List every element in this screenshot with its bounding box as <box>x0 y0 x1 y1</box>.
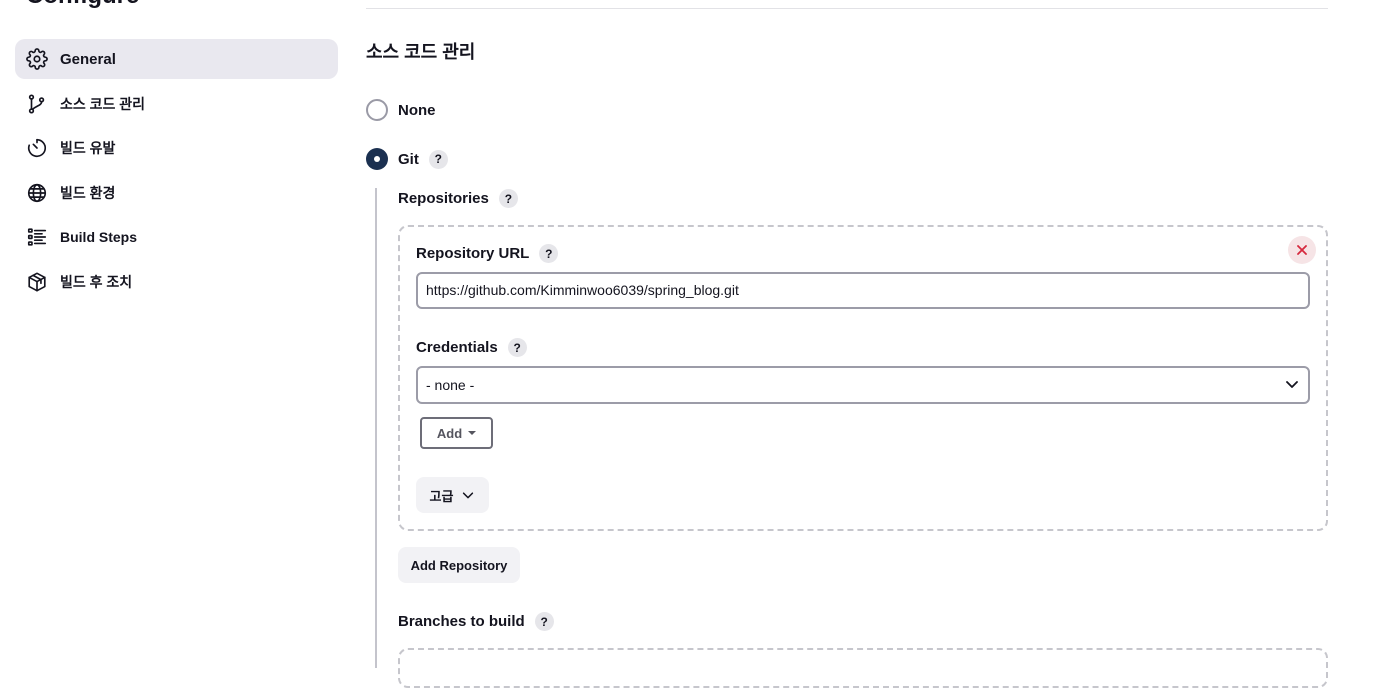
timer-icon <box>26 137 48 159</box>
credentials-select[interactable]: - none - <box>416 366 1310 404</box>
repository-url-input[interactable]: https://github.com/Kimminwoo6039/spring_… <box>416 272 1310 309</box>
sidebar-item-build-steps[interactable]: Build Steps <box>15 217 338 257</box>
package-icon <box>26 271 48 293</box>
sidebar-item-build-environment[interactable]: 빌드 환경 <box>15 173 338 213</box>
branches-label-row: Branches to build ? <box>398 612 554 631</box>
repositories-label: Repositories <box>398 190 489 207</box>
branches-to-build-label: Branches to build <box>398 613 525 630</box>
add-repository-button[interactable]: Add Repository <box>398 547 520 583</box>
credentials-label: Credentials <box>416 339 498 356</box>
section-title-scm: 소스 코드 관리 <box>366 42 476 62</box>
radio-option-none[interactable]: None <box>366 99 436 121</box>
credentials-label-row: Credentials ? <box>416 338 527 357</box>
remove-repository-button[interactable] <box>1288 236 1316 264</box>
git-help-icon[interactable]: ? <box>428 149 448 169</box>
repository-url-label-row: Repository URL ? <box>416 244 559 263</box>
branch-icon <box>26 93 48 115</box>
radio-git[interactable] <box>366 148 388 170</box>
sidebar-item-label: 소스 코드 관리 <box>60 95 146 112</box>
globe-icon <box>26 182 48 204</box>
sidebar-item-label: General <box>60 50 116 68</box>
sidebar-item-general[interactable]: General <box>15 39 338 79</box>
advanced-toggle-button[interactable]: 고급 <box>416 477 489 513</box>
sidebar-nav: General 소스 코드 관리 빌드 유발 빌드 환경 Build Steps… <box>15 39 338 306</box>
sidebar-item-label: 빌드 유발 <box>60 140 116 156</box>
chevron-down-icon <box>1284 376 1300 395</box>
page-title: Configure <box>26 0 139 10</box>
list-icon <box>26 226 48 248</box>
credentials-help-icon[interactable]: ? <box>507 338 527 357</box>
repositories-label-row: Repositories ? <box>398 189 518 208</box>
caret-down-icon <box>468 431 477 435</box>
close-icon <box>1297 245 1307 255</box>
sidebar-item-build-triggers[interactable]: 빌드 유발 <box>15 128 338 168</box>
credentials-selected-value: - none - <box>426 377 475 393</box>
radio-option-git[interactable]: Git ? <box>366 148 448 170</box>
gear-icon <box>26 48 48 70</box>
sidebar-item-label: Build Steps <box>60 229 138 245</box>
branches-help-icon[interactable]: ? <box>534 612 554 631</box>
repository-url-help-icon[interactable]: ? <box>539 244 559 263</box>
sidebar-item-label: 빌드 후 조치 <box>60 273 133 290</box>
radio-none[interactable] <box>366 99 388 121</box>
add-button-label: Add <box>436 425 463 441</box>
sidebar-item-scm[interactable]: 소스 코드 관리 <box>15 84 338 124</box>
repositories-help-icon[interactable]: ? <box>498 189 518 208</box>
sidebar-item-post-build[interactable]: 빌드 후 조치 <box>15 262 338 302</box>
sidebar-item-label: 빌드 환경 <box>60 184 116 201</box>
advanced-button-label: 고급 <box>429 488 454 504</box>
branches-box <box>398 648 1328 688</box>
chevron-down-icon <box>461 488 475 502</box>
section-divider <box>366 8 1328 9</box>
radio-label-git: Git <box>398 150 419 168</box>
repository-url-label: Repository URL <box>416 245 530 262</box>
git-options-guide-line <box>375 188 377 668</box>
radio-label-none: None <box>398 101 436 119</box>
add-credentials-button[interactable]: Add <box>420 417 493 449</box>
